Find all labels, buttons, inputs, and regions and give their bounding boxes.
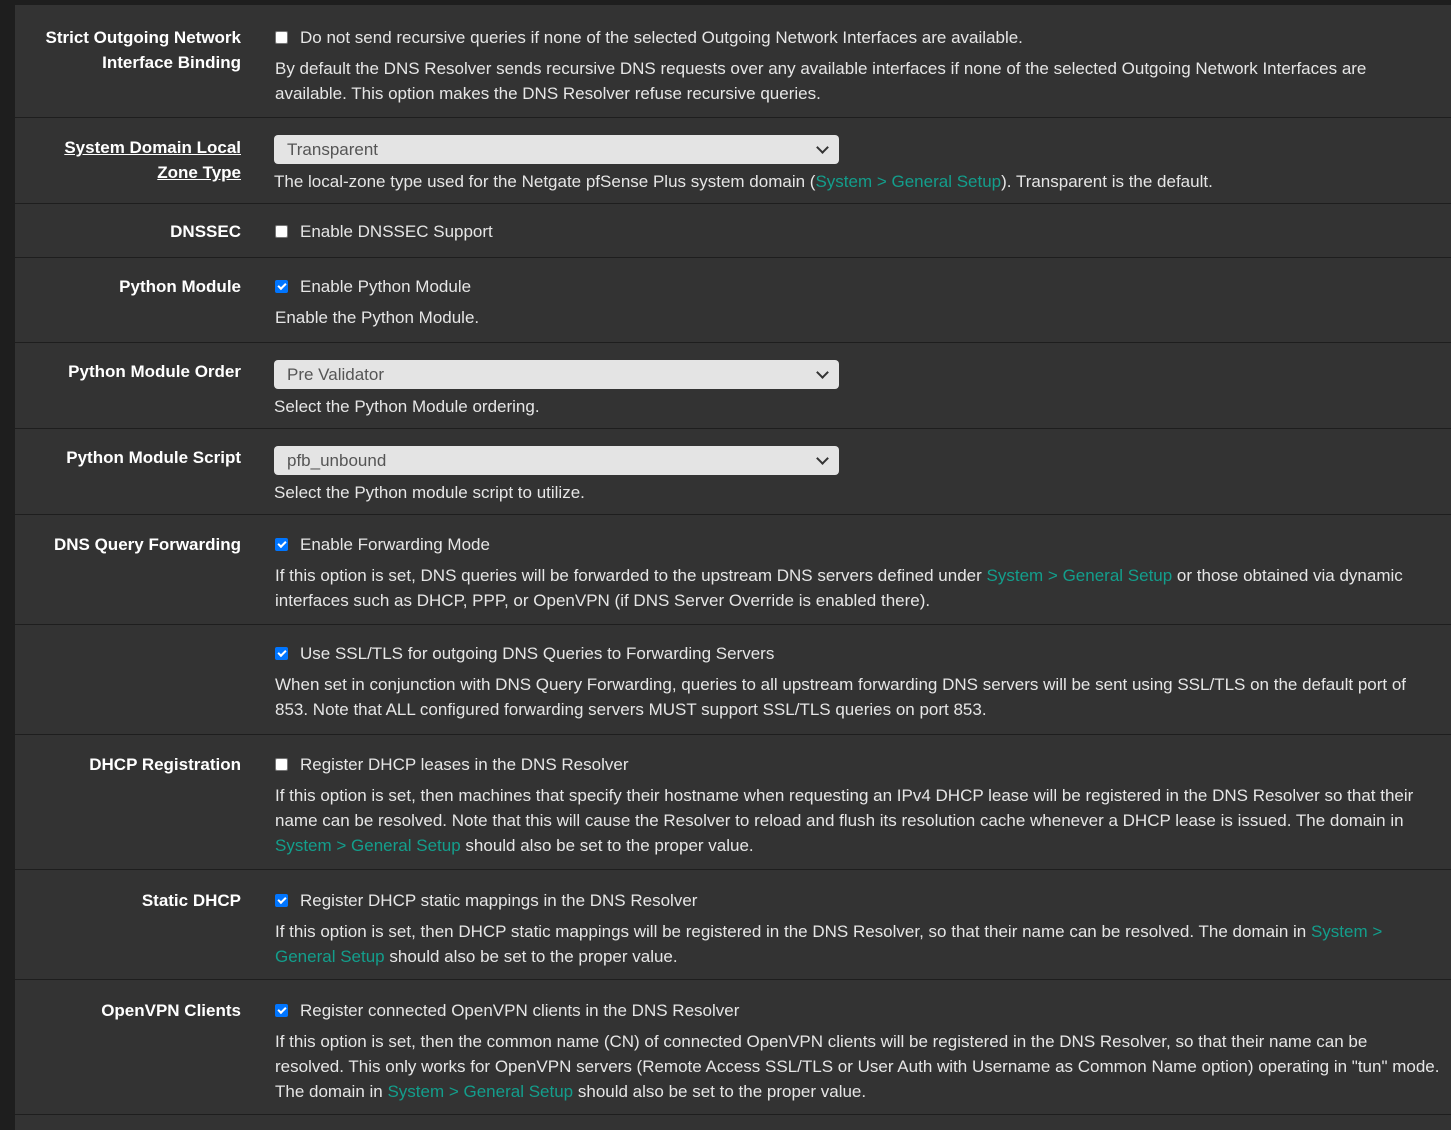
zone-type-select[interactable]: Transparent xyxy=(274,135,839,164)
row-zone-type: System Domain Local Zone Type Transparen… xyxy=(15,118,1451,204)
forwarding-checkbox[interactable] xyxy=(275,538,288,551)
zone-type-label[interactable]: System Domain Local Zone Type xyxy=(15,118,241,203)
dhcp-registration-checkbox[interactable] xyxy=(275,758,288,771)
python-order-select[interactable]: Pre Validator xyxy=(274,360,839,389)
python-module-help: Enable the Python Module. xyxy=(275,308,480,327)
chevron-down-icon xyxy=(816,366,829,379)
row-dhcp-registration: DHCP Registration Register DHCP leases i… xyxy=(15,735,1451,870)
dns-forwarding-label: DNS Query Forwarding xyxy=(53,535,241,554)
static-dhcp-checkbox-label[interactable]: Register DHCP static mappings in the DNS… xyxy=(300,888,697,913)
dnssec-checkbox[interactable] xyxy=(275,225,288,238)
python-script-help: Select the Python module script to utili… xyxy=(274,483,585,502)
ssl-tls-help: When set in conjunction with DNS Query F… xyxy=(275,675,1407,719)
system-general-setup-link[interactable]: System > General Setup xyxy=(387,1082,573,1101)
dnssec-checkbox-label[interactable]: Enable DNSSEC Support xyxy=(300,219,493,244)
ssl-tls-checkbox[interactable] xyxy=(275,647,288,660)
openvpn-clients-help: If this option is set, then the common n… xyxy=(275,1032,1440,1101)
openvpn-clients-checkbox-label[interactable]: Register connected OpenVPN clients in th… xyxy=(300,998,739,1023)
forwarding-checkbox-label[interactable]: Enable Forwarding Mode xyxy=(300,532,490,557)
row-dnssec: DNSSEC Enable DNSSEC Support xyxy=(15,204,1451,258)
ssl-tls-checkbox-label[interactable]: Use SSL/TLS for outgoing DNS Queries to … xyxy=(300,641,774,666)
chevron-down-icon xyxy=(816,141,829,154)
row-openvpn-clients: OpenVPN Clients Register connected OpenV… xyxy=(15,980,1451,1115)
row-python-module: Python Module Enable Python Module Enabl… xyxy=(15,258,1451,343)
system-general-setup-link[interactable]: System > General Setup xyxy=(987,566,1173,585)
dnssec-label: DNSSEC xyxy=(170,222,241,241)
python-module-checkbox-label[interactable]: Enable Python Module xyxy=(300,274,471,299)
chevron-down-icon xyxy=(816,452,829,465)
row-strict-outgoing: Strict Outgoing Network Interface Bindin… xyxy=(15,5,1451,118)
python-module-label: Python Module xyxy=(119,277,241,296)
zone-type-select-value: Transparent xyxy=(287,139,379,159)
python-script-label: Python Module Script xyxy=(66,448,241,467)
system-general-setup-link[interactable]: System > General Setup xyxy=(275,836,461,855)
python-script-select-value: pfb_unbound xyxy=(287,450,387,470)
openvpn-clients-checkbox[interactable] xyxy=(275,1004,288,1017)
forwarding-help: If this option is set, DNS queries will … xyxy=(275,566,1403,610)
strict-outgoing-help: By default the DNS Resolver sends recurs… xyxy=(275,59,1367,103)
row-python-order: Python Module Order Pre Validator Select… xyxy=(15,343,1451,429)
strict-outgoing-label: Strict Outgoing Network Interface Bindin… xyxy=(45,28,242,72)
row-static-dhcp: Static DHCP Register DHCP static mapping… xyxy=(15,870,1451,980)
static-dhcp-checkbox[interactable] xyxy=(275,894,288,907)
strict-outgoing-checkbox[interactable] xyxy=(275,31,288,44)
python-order-help: Select the Python Module ordering. xyxy=(274,397,540,416)
row-ssl-tls: Use SSL/TLS for outgoing DNS Queries to … xyxy=(15,625,1451,735)
row-dns-forwarding: DNS Query Forwarding Enable Forwarding M… xyxy=(15,515,1451,625)
row-python-script: Python Module Script pfb_unbound Select … xyxy=(15,429,1451,515)
system-general-setup-link[interactable]: System > General Setup xyxy=(815,172,1001,191)
dns-resolver-advanced-panel: Strict Outgoing Network Interface Bindin… xyxy=(15,3,1451,1130)
python-order-label: Python Module Order xyxy=(68,362,241,381)
python-script-select[interactable]: pfb_unbound xyxy=(274,446,839,475)
static-dhcp-help: If this option is set, then DHCP static … xyxy=(275,922,1383,966)
dhcp-registration-help: If this option is set, then machines tha… xyxy=(275,786,1414,855)
python-order-select-value: Pre Validator xyxy=(287,364,385,384)
strict-outgoing-checkbox-label[interactable]: Do not send recursive queries if none of… xyxy=(300,25,1023,50)
openvpn-clients-label: OpenVPN Clients xyxy=(101,1001,241,1020)
dhcp-registration-label: DHCP Registration xyxy=(89,755,241,774)
dhcp-registration-checkbox-label[interactable]: Register DHCP leases in the DNS Resolver xyxy=(300,752,628,777)
static-dhcp-label: Static DHCP xyxy=(141,891,241,910)
zone-type-help: The local-zone type used for the Netgate… xyxy=(274,172,1213,191)
python-module-checkbox[interactable] xyxy=(275,280,288,293)
